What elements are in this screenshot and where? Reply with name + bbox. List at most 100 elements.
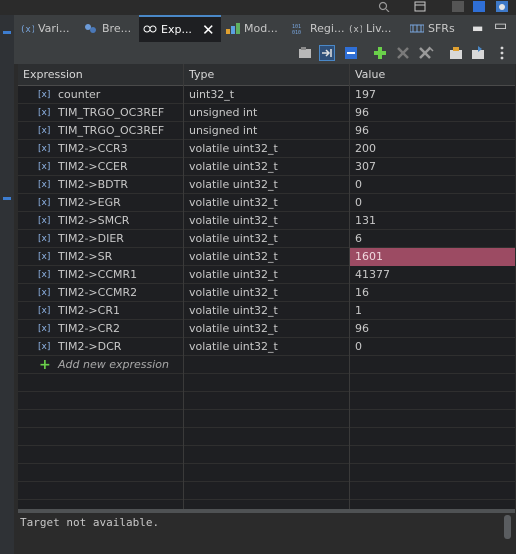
table-row[interactable]: [x] TIM2->CCMR2 volatile uint32_t 16 [18, 284, 515, 302]
table-row[interactable]: [x] TIM_TRGO_OC3REF unsigned int 96 [18, 104, 515, 122]
minimize-icon[interactable]: ▬ [472, 21, 483, 35]
table-row[interactable]: [x] TIM2->BDTR volatile uint32_t 0 [18, 176, 515, 194]
tab-live-expressions[interactable]: (x) Liv... [344, 15, 402, 42]
empty-row [18, 464, 515, 482]
expression-type: volatile uint32_t [189, 268, 278, 281]
gutter-marker [3, 197, 11, 200]
tab-label: Bre... [102, 22, 132, 35]
expression-name: TIM2->DIER [58, 232, 124, 245]
expression-value[interactable]: 96 [355, 320, 369, 338]
expression-value[interactable]: 307 [355, 158, 376, 176]
expression-name: TIM2->DCR [58, 340, 122, 353]
expression-type: uint32_t [189, 88, 235, 101]
remove-expression-icon[interactable] [395, 45, 411, 61]
view-menu-icon[interactable] [494, 45, 510, 61]
empty-row [18, 482, 515, 500]
expression-value[interactable]: 0 [355, 194, 362, 212]
details-scrollbar[interactable] [500, 513, 515, 554]
expression-name: TIM2->SMCR [58, 214, 130, 227]
remove-all-expressions-icon[interactable] [418, 45, 434, 61]
expression-value[interactable]: 96 [355, 104, 369, 122]
column-header-type[interactable]: Type [184, 64, 349, 85]
expression-type: unsigned int [189, 106, 258, 119]
perspective-icon[interactable] [414, 1, 426, 12]
tab-registers[interactable]: 101 010 Regi... [288, 15, 350, 42]
expression-name: counter [58, 88, 101, 101]
tab-sfrs[interactable]: SFRs [406, 15, 462, 42]
table-row[interactable]: [x] TIM2->SMCR volatile uint32_t 131 [18, 212, 515, 230]
expression-value[interactable]: 1 [355, 302, 362, 320]
expression-value[interactable]: 0 [355, 176, 362, 194]
import-expressions-icon[interactable] [448, 45, 464, 61]
table-row[interactable]: [x] TIM2->DCR volatile uint32_t 0 [18, 338, 515, 356]
expression-icon: [x] [38, 162, 51, 172]
expression-value[interactable]: 16 [355, 284, 369, 302]
table-row[interactable]: [x] TIM2->SR volatile uint32_t 1601 [18, 248, 515, 266]
svg-text:(x): (x) [348, 25, 362, 34]
expression-value[interactable]: 1601 [355, 248, 383, 266]
expression-type: volatile uint32_t [189, 214, 278, 227]
table-row[interactable]: [x] TIM2->EGR volatile uint32_t 0 [18, 194, 515, 212]
column-header-value[interactable]: Value [350, 64, 515, 85]
table-row[interactable]: [x] TIM2->CCR3 volatile uint32_t 200 [18, 140, 515, 158]
tab-expressions[interactable]: Exp... ✕ [139, 15, 221, 42]
collapse-all-icon[interactable] [343, 45, 359, 61]
show-type-names-icon[interactable] [297, 45, 313, 61]
table-row[interactable]: [x] TIM2->CCER volatile uint32_t 307 [18, 158, 515, 176]
column-divider[interactable] [349, 64, 350, 509]
debug-perspective-icon[interactable] [473, 1, 485, 12]
export-expressions-icon[interactable] [470, 45, 486, 61]
table-row[interactable]: [x] TIM2->DIER volatile uint32_t 6 [18, 230, 515, 248]
expression-type: volatile uint32_t [189, 142, 278, 155]
column-divider[interactable] [183, 64, 184, 509]
expression-icon: [x] [38, 342, 51, 352]
tab-modules[interactable]: Mod... [222, 15, 288, 42]
expression-value[interactable]: 131 [355, 212, 376, 230]
sfrs-icon [409, 23, 425, 34]
expression-value[interactable]: 197 [355, 86, 376, 104]
table-row[interactable]: [x] TIM2->CR1 volatile uint32_t 1 [18, 302, 515, 320]
tab-label: SFRs [428, 22, 455, 35]
empty-row [18, 446, 515, 464]
expression-value[interactable]: 200 [355, 140, 376, 158]
tab-variables[interactable]: (x) Vari... [16, 15, 76, 42]
expression-value[interactable]: 0 [355, 338, 362, 356]
table-row[interactable]: [x] TIM2->CR2 volatile uint32_t 96 [18, 320, 515, 338]
details-pane: Target not available. [18, 513, 498, 554]
modules-icon [226, 23, 240, 34]
expression-icon: [x] [38, 216, 51, 226]
tab-label: Mod... [244, 22, 278, 35]
table-row[interactable]: [x] TIM2->CCMR1 volatile uint32_t 41377 [18, 266, 515, 284]
perspective-icon-2[interactable] [452, 1, 464, 12]
expressions-table: Expression Type Value [x] counter uint32_t… [18, 64, 515, 509]
expression-name: TIM2->CR1 [58, 304, 120, 317]
expression-icon: [x] [38, 270, 51, 280]
tab-label: Exp... [161, 23, 192, 36]
close-icon[interactable]: ✕ [202, 21, 215, 39]
expression-type: volatile uint32_t [189, 196, 278, 209]
expression-type: volatile uint32_t [189, 304, 278, 317]
variables-icon: (x) [20, 23, 36, 35]
column-header-expression[interactable]: Expression [18, 64, 183, 85]
expression-name: TIM_TRGO_OC3REF [58, 106, 165, 119]
expression-icon: [x] [38, 144, 51, 154]
expression-value[interactable]: 96 [355, 122, 369, 140]
expression-value[interactable]: 6 [355, 230, 362, 248]
add-new-expression-row[interactable]: + Add new expression [18, 356, 515, 374]
expression-type: unsigned int [189, 124, 258, 137]
show-logical-structure-icon[interactable] [319, 45, 335, 61]
tab-label: Regi... [310, 22, 345, 35]
add-expression-icon[interactable] [372, 45, 388, 61]
tab-breakpoints[interactable]: Bre... [80, 15, 140, 42]
empty-row [18, 410, 515, 428]
maximize-icon[interactable]: ▭ [494, 18, 507, 34]
expression-value[interactable]: 41377 [355, 266, 390, 284]
registers-icon: 101 010 [292, 23, 306, 36]
table-row[interactable]: [x] counter uint32_t 197 [18, 86, 515, 104]
expression-type: volatile uint32_t [189, 178, 278, 191]
scrollbar-thumb[interactable] [504, 515, 511, 539]
search-icon[interactable] [378, 1, 390, 13]
expression-icon: [x] [38, 288, 51, 298]
cubemx-perspective-icon[interactable] [496, 1, 508, 12]
table-row[interactable]: [x] TIM_TRGO_OC3REF unsigned int 96 [18, 122, 515, 140]
